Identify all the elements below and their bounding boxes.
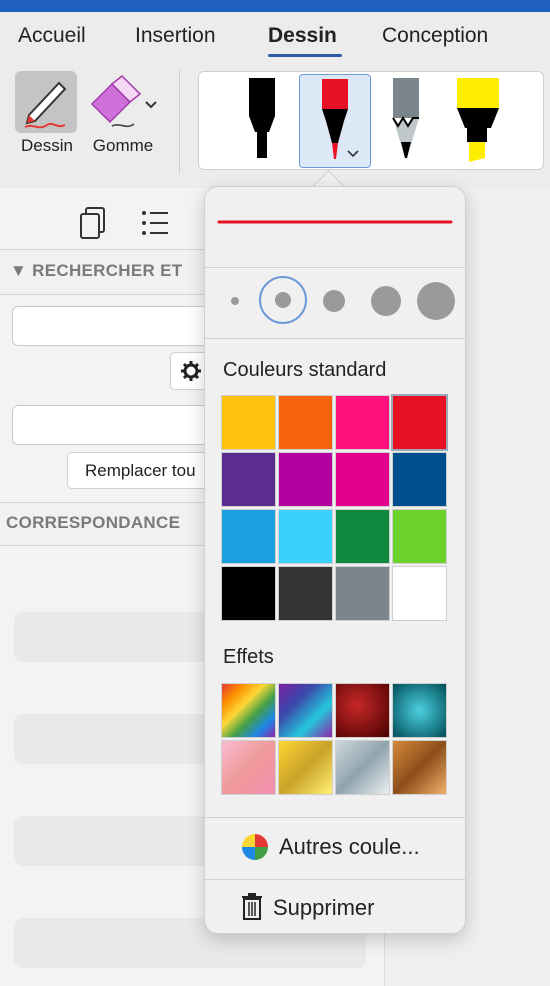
color-swatch[interactable] xyxy=(221,395,276,450)
matches-title: CORRESPONDANCE xyxy=(6,513,181,532)
highlighter-icon xyxy=(457,78,499,162)
pages-icon[interactable] xyxy=(78,206,108,240)
color-swatch[interactable] xyxy=(221,452,276,507)
color-swatch[interactable] xyxy=(335,509,390,564)
popup-divider xyxy=(205,338,465,339)
active-tab-indicator xyxy=(268,54,342,57)
highlighter-button[interactable] xyxy=(443,74,513,166)
ribbon-divider xyxy=(179,70,180,174)
black-pen-button[interactable] xyxy=(227,74,297,166)
tab-accueil[interactable]: Accueil xyxy=(18,24,86,48)
window-top-bar xyxy=(0,0,550,12)
thickness-option[interactable] xyxy=(371,286,401,316)
black-pen-icon xyxy=(249,78,275,158)
color-swatch[interactable] xyxy=(392,566,447,621)
tab-insertion[interactable]: Insertion xyxy=(135,24,216,48)
pen-gallery xyxy=(198,71,544,170)
color-swatch[interactable] xyxy=(392,452,447,507)
effect-lava[interactable] xyxy=(335,683,390,738)
thickness-option[interactable] xyxy=(417,282,455,320)
effect-bronze[interactable] xyxy=(392,740,447,795)
popup-divider xyxy=(205,267,465,268)
trash-icon xyxy=(242,893,262,920)
effect-ocean[interactable] xyxy=(392,683,447,738)
pen-draw-icon xyxy=(15,71,77,133)
tab-dessin[interactable]: Dessin xyxy=(268,24,337,48)
effect-silver[interactable] xyxy=(335,740,390,795)
color-swatch[interactable] xyxy=(335,395,390,450)
draw-tool-button[interactable]: Dessin xyxy=(10,70,84,160)
red-pen-button[interactable] xyxy=(299,74,371,168)
pencil-button[interactable] xyxy=(371,74,441,166)
popup-divider xyxy=(205,817,465,818)
color-swatch[interactable] xyxy=(391,394,448,451)
eraser-tool-label: Gomme xyxy=(92,136,154,155)
color-swatch[interactable] xyxy=(221,509,276,564)
color-wheel-icon xyxy=(242,834,268,860)
effect-gold[interactable] xyxy=(278,740,333,795)
thickness-selected-ring[interactable] xyxy=(259,276,307,324)
color-swatch[interactable] xyxy=(278,566,333,621)
find-section-title: ▼ RECHERCHER ET xyxy=(10,261,183,280)
thickness-option[interactable] xyxy=(323,290,345,312)
color-swatch[interactable] xyxy=(278,395,333,450)
color-swatch[interactable] xyxy=(278,509,333,564)
delete-label: Supprimer xyxy=(273,895,375,920)
replace-all-label: Remplacer tou xyxy=(85,461,196,480)
pencil-icon xyxy=(392,78,419,158)
pen-options-popup: Couleurs standard Effets Autres coule... xyxy=(204,186,466,934)
tab-conception[interactable]: Conception xyxy=(382,24,488,48)
effects-title: Effets xyxy=(223,646,274,668)
standard-colors-title: Couleurs standard xyxy=(223,359,387,381)
color-swatch[interactable] xyxy=(335,452,390,507)
popup-divider xyxy=(205,879,465,880)
red-pen-icon xyxy=(322,79,359,159)
effect-galaxy[interactable] xyxy=(278,683,333,738)
draw-tool-label: Dessin xyxy=(21,136,73,155)
list-icon[interactable] xyxy=(140,208,170,238)
eraser-tool-button[interactable]: Gomme xyxy=(86,70,160,160)
eraser-icon xyxy=(86,74,160,132)
more-colors-button[interactable]: Autres coule... xyxy=(205,822,465,872)
thickness-option xyxy=(275,292,291,308)
color-swatch[interactable] xyxy=(392,509,447,564)
gear-icon xyxy=(181,361,201,381)
more-colors-label: Autres coule... xyxy=(279,834,420,859)
effect-rose-gold[interactable] xyxy=(221,740,276,795)
delete-pen-button[interactable]: Supprimer xyxy=(205,883,465,933)
color-swatch[interactable] xyxy=(221,566,276,621)
thickness-option[interactable] xyxy=(231,297,239,305)
effect-rainbow[interactable] xyxy=(221,683,276,738)
color-swatch[interactable] xyxy=(335,566,390,621)
color-swatch[interactable] xyxy=(278,452,333,507)
stroke-preview xyxy=(217,220,453,224)
